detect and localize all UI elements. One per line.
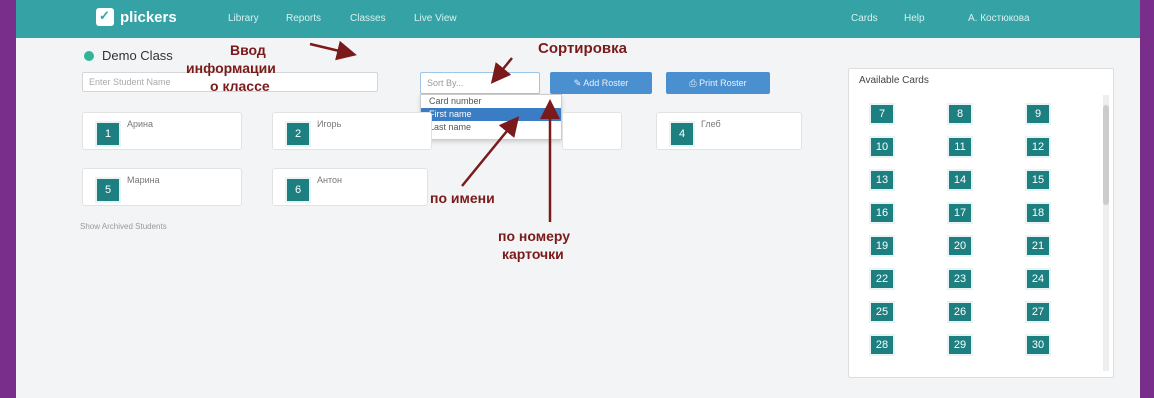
nav-item-library[interactable]: Library: [228, 13, 259, 24]
card-number-badge: 5: [95, 177, 121, 203]
nav-item-classes[interactable]: Classes: [350, 13, 386, 24]
class-title: Demo Class: [84, 48, 173, 63]
available-card-badge[interactable]: 10: [869, 136, 895, 158]
annotation-by-card-2: карточки: [502, 246, 564, 262]
nav-item-reports[interactable]: Reports: [286, 13, 321, 24]
available-card-badge[interactable]: 18: [1025, 202, 1051, 224]
available-card-badge[interactable]: 20: [947, 235, 973, 257]
available-card-badge[interactable]: 16: [869, 202, 895, 224]
available-card-badge[interactable]: 12: [1025, 136, 1051, 158]
class-status-dot: [84, 50, 94, 61]
arrow-input-info: [309, 40, 357, 61]
annotation-by-card-1: по номеру: [498, 228, 571, 244]
available-card-badge[interactable]: 7: [869, 103, 895, 125]
available-card-badge[interactable]: 26: [947, 301, 973, 323]
show-archived-link[interactable]: Show Archived Students: [80, 222, 167, 231]
nav-item-help[interactable]: Help: [904, 13, 925, 24]
student-name: Антон: [317, 175, 342, 185]
available-card-badge[interactable]: 22: [869, 268, 895, 290]
annotation-input-info-3: о классе: [210, 78, 270, 94]
available-card-badge[interactable]: 29: [947, 334, 973, 356]
student-name: Арина: [127, 119, 154, 129]
available-card-badge[interactable]: 19: [869, 235, 895, 257]
panel-scrollbar[interactable]: [1103, 95, 1109, 371]
student-card[interactable]: 5 Марина: [82, 168, 242, 206]
print-roster-label: Print Roster: [699, 78, 747, 88]
sort-select[interactable]: Sort By...: [420, 72, 540, 94]
add-roster-button[interactable]: ✎ Add Roster: [550, 72, 652, 94]
annotation-by-name: по имени: [430, 190, 495, 206]
sort-option-last-name[interactable]: Last name: [421, 121, 561, 134]
plickers-logo-icon: [96, 8, 114, 26]
logo[interactable]: plickers: [96, 8, 177, 26]
available-card-badge[interactable]: 11: [947, 136, 973, 158]
available-card-badge[interactable]: 24: [1025, 268, 1051, 290]
nav-item-cards[interactable]: Cards: [851, 13, 878, 24]
available-cards-panel: Available Cards 7 8 9 10 11 12 13 14 15 16 17 18 19 2…: [848, 68, 1114, 378]
available-card-badge[interactable]: 15: [1025, 169, 1051, 191]
card-number-badge: 2: [285, 121, 311, 147]
available-card-badge[interactable]: 9: [1025, 103, 1051, 125]
available-card-badge[interactable]: 25: [869, 301, 895, 323]
card-number-badge: 1: [95, 121, 121, 147]
student-card[interactable]: 6 Антон: [272, 168, 428, 206]
class-name: Demo Class: [102, 48, 173, 63]
nav-item-live-view[interactable]: Live View: [414, 13, 457, 24]
nav-item-user[interactable]: A. Костюкова: [968, 13, 1030, 24]
card-number-badge: 6: [285, 177, 311, 203]
annotation-sorting: Сортировка: [538, 40, 627, 57]
print-roster-button[interactable]: ⎙ Print Roster: [666, 72, 770, 94]
sort-option-card-number[interactable]: Card number: [421, 95, 561, 108]
top-navbar: plickers Library Reports Classes Live Vi…: [16, 0, 1140, 38]
student-card[interactable]: 2 Игорь: [272, 112, 432, 150]
sort-option-first-name[interactable]: First name: [421, 108, 561, 121]
student-name: Марина: [127, 175, 160, 185]
available-card-badge[interactable]: 13: [869, 169, 895, 191]
student-card[interactable]: [562, 112, 622, 150]
printer-icon: ⎙: [689, 78, 697, 88]
available-card-badge[interactable]: 8: [947, 103, 973, 125]
available-card-badge[interactable]: 17: [947, 202, 973, 224]
sort-dropdown: Card number First name Last name: [420, 94, 562, 140]
annotation-input-info-2: информации: [186, 60, 276, 76]
logo-text: plickers: [120, 8, 177, 26]
scrollbar-thumb[interactable]: [1103, 105, 1109, 205]
available-card-badge[interactable]: 14: [947, 169, 973, 191]
pencil-icon: ✎: [573, 78, 582, 88]
app-frame: plickers Library Reports Classes Live Vi…: [16, 0, 1140, 398]
available-card-badge[interactable]: 27: [1025, 301, 1051, 323]
available-card-badge[interactable]: 28: [869, 334, 895, 356]
available-card-badge[interactable]: 21: [1025, 235, 1051, 257]
available-card-badge[interactable]: 23: [947, 268, 973, 290]
available-card-badge[interactable]: 30: [1025, 334, 1051, 356]
available-cards-title: Available Cards: [859, 75, 929, 86]
card-number-badge: 4: [669, 121, 695, 147]
annotation-input-info-1: Ввод: [230, 42, 266, 58]
student-name: Игорь: [317, 119, 342, 129]
add-roster-label: Add Roster: [583, 78, 629, 88]
student-card[interactable]: 1 Арина: [82, 112, 242, 150]
student-card[interactable]: 4 Глеб: [656, 112, 802, 150]
student-name: Глеб: [701, 119, 721, 129]
